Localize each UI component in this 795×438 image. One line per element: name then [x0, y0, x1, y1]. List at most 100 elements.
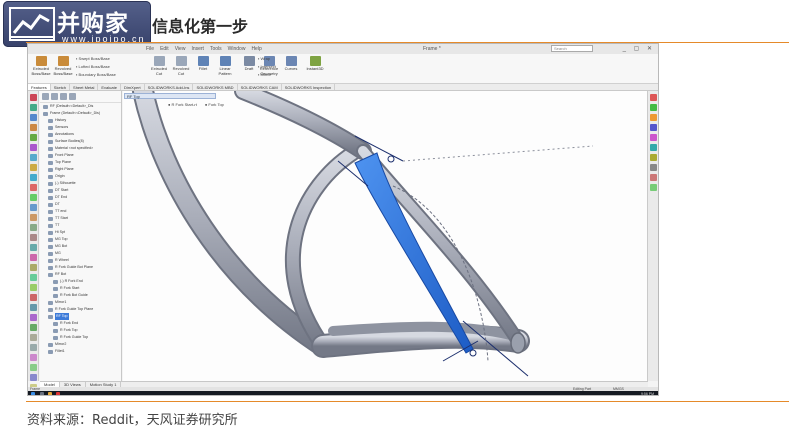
tree-item[interactable]: R Fork Bot Guide	[40, 292, 121, 299]
toolbox-icon-18[interactable]	[30, 274, 37, 281]
tree-item[interactable]: Material <not specified>	[40, 145, 121, 152]
tab-solidworks-add-ins[interactable]: SOLIDWORKS Add-Ins	[145, 84, 194, 90]
tree-item[interactable]: TT	[40, 222, 121, 229]
task-pane-icon-3[interactable]	[650, 124, 657, 131]
toolbox-icon-24[interactable]	[30, 334, 37, 341]
tree-item[interactable]: DT	[40, 201, 121, 208]
toolbox-icon-17[interactable]	[30, 264, 37, 271]
ribbon-button-8[interactable]: Curves	[280, 56, 302, 72]
feature-manager-icon[interactable]	[42, 93, 49, 100]
tree-item[interactable]: Mirror2	[40, 341, 121, 348]
toolbox-icon-22[interactable]	[30, 314, 37, 321]
ribbon-small-3[interactable]: ▪ Wrap	[258, 56, 270, 61]
windows-start-icon[interactable]	[31, 392, 35, 395]
tree-item[interactable]: R Wheel	[40, 257, 121, 264]
tree-item[interactable]: (-) R Fork End	[40, 278, 121, 285]
toolbox-icon-16[interactable]	[30, 254, 37, 261]
toolbox-icon-13[interactable]	[30, 224, 37, 231]
tab-solidworks-cam[interactable]: SOLIDWORKS CAM	[238, 84, 282, 90]
tree-item[interactable]: R Fork Top	[40, 327, 121, 334]
task-pane-icon-0[interactable]	[650, 94, 657, 101]
toolbox-icon-21[interactable]	[30, 304, 37, 311]
menu-item-edit[interactable]: Edit	[160, 46, 169, 52]
window-controls[interactable]: _ ▢ ✕	[623, 45, 655, 52]
tree-item[interactable]: R Fork Guide Bot Plane	[40, 264, 121, 271]
menu-item-insert[interactable]: Insert	[191, 46, 204, 52]
toolbox-icon-28[interactable]	[30, 374, 37, 381]
configuration-manager-icon[interactable]	[60, 93, 67, 100]
tree-item[interactable]: RF Top	[40, 313, 121, 320]
task-pane-icon-2[interactable]	[650, 114, 657, 121]
tree-item[interactable]: R Fork Start	[40, 285, 121, 292]
menu-item-window[interactable]: Window	[228, 46, 246, 52]
tree-item[interactable]: Surface Bodies(8)	[40, 138, 121, 145]
menu-item-tools[interactable]: Tools	[210, 46, 222, 52]
tab-solidworks-mbd[interactable]: SOLIDWORKS MBD	[193, 84, 238, 90]
graphics-viewport[interactable]	[123, 80, 648, 381]
toolbox-icon-19[interactable]	[30, 284, 37, 291]
tree-item[interactable]: Top Plane	[40, 159, 121, 166]
task-pane-icon-6[interactable]	[650, 154, 657, 161]
task-pane-icon-1[interactable]	[650, 104, 657, 111]
toolbox-icon-15[interactable]	[30, 244, 37, 251]
ribbon-small-5[interactable]: ▪ Mirror	[258, 72, 271, 77]
toolbox-icon-7[interactable]	[30, 164, 37, 171]
tree-item[interactable]: History	[40, 117, 121, 124]
menu-item-view[interactable]: View	[175, 46, 186, 52]
toolbox-icon-12[interactable]	[30, 214, 37, 221]
ribbon-button-5[interactable]: Linear Pattern	[214, 56, 236, 76]
task-pane-icon-5[interactable]	[650, 144, 657, 151]
toolbox-icon-9[interactable]	[30, 184, 37, 191]
tree-item[interactable]: RF Bot	[40, 271, 121, 278]
property-manager-icon[interactable]	[51, 93, 58, 100]
toolbox-icon-25[interactable]	[30, 344, 37, 351]
toolbox-icon-14[interactable]	[30, 234, 37, 241]
task-pane-icon-8[interactable]	[650, 174, 657, 181]
ribbon-small-2[interactable]: ▪ Boundary Boss/Base	[76, 72, 116, 77]
tree-item[interactable]: TT Start	[40, 215, 121, 222]
toolbox-icon-2[interactable]	[30, 114, 37, 121]
tree-item[interactable]: MG	[40, 250, 121, 257]
tab-evaluate[interactable]: Evaluate	[98, 84, 121, 90]
toolbox-icon-1[interactable]	[30, 104, 37, 111]
tab-features[interactable]: Features	[28, 84, 51, 90]
ribbon-small-0[interactable]: ▪ Swept Boss/Base	[76, 56, 110, 61]
task-pane-icon-9[interactable]	[650, 184, 657, 191]
tree-item[interactable]: Frame (Default<<Default>_Dis)	[40, 110, 121, 117]
tree-item[interactable]: Mirror1	[40, 299, 121, 306]
toolbox-icon-20[interactable]	[30, 294, 37, 301]
tree-item[interactable]: Right Plane	[40, 166, 121, 173]
tree-item[interactable]: Fillet1	[40, 348, 121, 355]
tab-dimxpert[interactable]: DimXpert	[121, 84, 145, 90]
tree-item[interactable]: TT end	[40, 208, 121, 215]
ribbon-small-1[interactable]: ▪ Lofted Boss/Base	[76, 64, 110, 69]
tree-item[interactable]: MG Bot	[40, 243, 121, 250]
tree-item[interactable]: Origin	[40, 173, 121, 180]
tab-sheet-metal[interactable]: Sheet Metal	[70, 84, 99, 90]
dimxpert-icon[interactable]	[69, 93, 76, 100]
search-input[interactable]: Search	[551, 45, 593, 52]
solidworks-task-icon[interactable]	[56, 392, 60, 395]
toolbox-icon-4[interactable]	[30, 134, 37, 141]
ribbon-button-9[interactable]: Instant3D	[304, 56, 326, 72]
toolbox-icon-11[interactable]	[30, 204, 37, 211]
toolbox-icon-23[interactable]	[30, 324, 37, 331]
file-explorer-icon[interactable]	[48, 392, 52, 395]
toolbox-icon-8[interactable]	[30, 174, 37, 181]
tree-item[interactable]: Annotations	[40, 131, 121, 138]
tab-solidworks-inspection[interactable]: SOLIDWORKS Inspection	[282, 84, 336, 90]
task-pane-icon-7[interactable]	[650, 164, 657, 171]
tree-item[interactable]: RF (Default<<Default>_Dis	[40, 103, 121, 110]
tree-item[interactable]: (-) Silhouette	[40, 180, 121, 187]
tree-item[interactable]: Sensors	[40, 124, 121, 131]
ribbon-button-4[interactable]: Fillet	[192, 56, 214, 72]
ribbon-button-0[interactable]: Extruded Boss/Base	[30, 56, 52, 76]
tree-item[interactable]: Front Plane	[40, 152, 121, 159]
toolbox-icon-0[interactable]	[30, 94, 37, 101]
toolbox-icon-26[interactable]	[30, 354, 37, 361]
ribbon-small-4[interactable]: ▪ Intersect	[258, 64, 276, 69]
menu-item-file[interactable]: File	[146, 46, 154, 52]
tree-item[interactable]: DT End	[40, 194, 121, 201]
tree-item[interactable]: DT Start	[40, 187, 121, 194]
tree-item[interactable]: R Fork Guide Top	[40, 334, 121, 341]
